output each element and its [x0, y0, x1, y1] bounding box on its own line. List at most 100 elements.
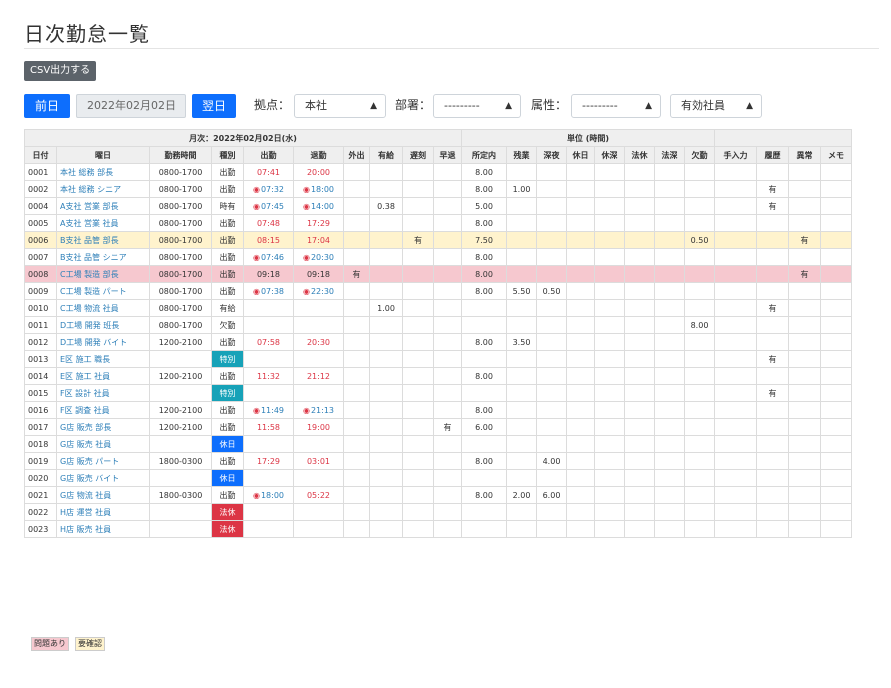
- cell-name[interactable]: G店 販売 パート: [56, 452, 150, 470]
- cell-name[interactable]: E区 施工 職長: [56, 350, 150, 368]
- table-row[interactable]: 0020 G店 販売 バイト 休日: [24, 469, 852, 487]
- cell-name[interactable]: G店 販売 部長: [56, 418, 150, 436]
- table-row[interactable]: 0023 H店 販売 社員 法休: [24, 520, 852, 538]
- cell-name[interactable]: B支社 品管 部長: [56, 231, 150, 249]
- table-row[interactable]: 0018 G店 販売 社員 休日: [24, 435, 852, 453]
- table-row[interactable]: 0012 D工場 開発 バイト 1200-2100 出勤 07:58 20:30 8.00 3…: [24, 333, 852, 351]
- cell-zangyo: [506, 469, 537, 487]
- cell-name[interactable]: G店 販売 バイト: [56, 469, 150, 487]
- cell-in: 07:41: [243, 163, 294, 181]
- csv-export-button[interactable]: CSV出力する: [24, 61, 97, 81]
- clock-out-time: 17:04: [306, 235, 331, 245]
- cell-in: ◉07:45: [243, 197, 294, 215]
- cell-kyujitsu: [566, 520, 595, 538]
- cell-no: 0001: [24, 163, 57, 181]
- cell-kind: 出勤: [211, 163, 244, 181]
- column-header: 法深: [654, 146, 685, 164]
- table-row[interactable]: 0017 G店 販売 部長 1200-2100 出勤 11:58 19:00 有 6.00: [24, 418, 852, 436]
- table-row[interactable]: 0006 B支社 品管 部長 0800-1700 出勤 08:15 17:04 有 7.50 0…: [24, 231, 852, 249]
- clock-in-time: 07:41: [256, 167, 281, 177]
- cell-name[interactable]: E区 施工 社員: [56, 367, 150, 385]
- table-row[interactable]: 0008 C工場 製造 部長 0800-1700 出勤 09:18 09:18 有 8.00 有: [24, 265, 852, 283]
- cell-yukyu: [369, 333, 403, 351]
- cell-name[interactable]: F区 設計 社員: [56, 384, 150, 402]
- cell-zangyo: [506, 299, 537, 317]
- cell-name[interactable]: G店 販売 社員: [56, 435, 150, 453]
- cell-name[interactable]: 本社 総務 シニア: [56, 180, 150, 198]
- cell-name[interactable]: F区 調査 社員: [56, 401, 150, 419]
- table-row[interactable]: 0013 E区 施工 職長 特別 有: [24, 350, 852, 368]
- cell-name[interactable]: A支社 営業 部長: [56, 197, 150, 215]
- clock-out-time: 19:00: [306, 422, 331, 432]
- cell-shinya: [536, 520, 567, 538]
- table-row[interactable]: 0011 D工場 開発 班長 0800-1700 欠勤 8.00: [24, 316, 852, 334]
- cell-shift: [149, 520, 212, 538]
- cell-tenyu: [714, 350, 757, 368]
- cell-shinya: [536, 299, 567, 317]
- cell-yukyu: [369, 367, 403, 385]
- table-row[interactable]: 0001 本社 総務 部長 0800-1700 出勤 07:41 20:00 8.00: [24, 163, 852, 181]
- table-row[interactable]: 0022 H店 運営 社員 法休: [24, 503, 852, 521]
- cell-kind: 出勤: [211, 282, 244, 300]
- cell-name[interactable]: C工場 製造 部長: [56, 265, 150, 283]
- attr-select[interactable]: --------- ▲︎: [571, 94, 661, 118]
- next-day-button[interactable]: 翌日: [192, 94, 236, 118]
- cell-ijo: [788, 316, 821, 334]
- cell-shift: [149, 469, 212, 487]
- prev-day-button[interactable]: 前日: [24, 94, 70, 118]
- cell-name[interactable]: H店 販売 社員: [56, 520, 150, 538]
- cell-name[interactable]: D工場 開発 バイト: [56, 333, 150, 351]
- cell-zangyo: 2.00: [506, 486, 537, 504]
- cell-name[interactable]: D工場 開発 班長: [56, 316, 150, 334]
- table-row[interactable]: 0010 C工場 物流 社員 0800-1700 有給 1.00 有: [24, 299, 852, 317]
- cell-name[interactable]: A支社 営業 社員: [56, 214, 150, 232]
- column-header: 種別: [211, 146, 244, 164]
- table-row[interactable]: 0014 E区 施工 社員 1200-2100 出勤 11:32 21:12 8.00: [24, 367, 852, 385]
- cell-kyujitsu: [566, 180, 595, 198]
- cell-soutai: [433, 435, 462, 453]
- column-header: 異常: [788, 146, 821, 164]
- table-row[interactable]: 0016 F区 調査 社員 1200-2100 出勤 ◉11:49 ◉21:13 8.00: [24, 401, 852, 419]
- cell-name[interactable]: G店 物流 社員: [56, 486, 150, 504]
- cell-name[interactable]: B支社 品管 シニア: [56, 248, 150, 266]
- cell-hokyu: [624, 163, 655, 181]
- cell-name[interactable]: C工場 物流 社員: [56, 299, 150, 317]
- table-row[interactable]: 0007 B支社 品管 シニア 0800-1700 出勤 ◉07:46 ◉20:30 8.0…: [24, 248, 852, 266]
- cell-hokyu: [624, 316, 655, 334]
- cell-soutai: [433, 520, 462, 538]
- cell-kekkin: 0.50: [684, 231, 715, 249]
- cell-tenyu: [714, 299, 757, 317]
- cell-tenyu: [714, 265, 757, 283]
- table-row[interactable]: 0015 F区 設計 社員 特別 有: [24, 384, 852, 402]
- cell-soutai: [433, 180, 462, 198]
- cell-no: 0020: [24, 469, 57, 487]
- table-row[interactable]: 0009 C工場 製造 パート 0800-1700 出勤 ◉07:38 ◉22:30 8.0…: [24, 282, 852, 300]
- cell-name[interactable]: 本社 総務 部長: [56, 163, 150, 181]
- kind-badge: 特別: [212, 351, 243, 367]
- cell-gaisyutsu: [343, 299, 370, 317]
- status-select[interactable]: 有効社員 ▲︎: [670, 94, 762, 118]
- base-select[interactable]: 本社 ▲︎: [294, 94, 386, 118]
- cell-kekkin: [684, 520, 715, 538]
- kind-badge: 特別: [212, 385, 243, 401]
- cell-soutai: [433, 197, 462, 215]
- table-row[interactable]: 0021 G店 物流 社員 1800-0300 出勤 ◉18:00 05:22 8.00 2.…: [24, 486, 852, 504]
- column-header: 日付: [24, 146, 57, 164]
- cell-shinya: 0.50: [536, 282, 567, 300]
- date-field[interactable]: 2022年02月02日: [76, 94, 186, 118]
- table-row[interactable]: 0004 A支社 営業 部長 0800-1700 時有 ◉07:45 ◉14:00 0.38…: [24, 197, 852, 215]
- cell-out: 20:00: [293, 163, 344, 181]
- cell-name[interactable]: H店 運営 社員: [56, 503, 150, 521]
- cell-no: 0023: [24, 520, 57, 538]
- dept-select[interactable]: --------- ▲︎: [433, 94, 521, 118]
- column-header: メモ: [820, 146, 852, 164]
- table-row[interactable]: 0002 本社 総務 シニア 0800-1700 出勤 ◉07:32 ◉18:00 8.00…: [24, 180, 852, 198]
- cell-shinya: 4.00: [536, 452, 567, 470]
- cell-rireki: 有: [756, 384, 789, 402]
- table-row[interactable]: 0005 A支社 営業 社員 0800-1700 出勤 07:48 17:29 8.00: [24, 214, 852, 232]
- table-row[interactable]: 0019 G店 販売 パート 1800-0300 出勤 17:29 03:01 8.00 4.…: [24, 452, 852, 470]
- cell-name[interactable]: C工場 製造 パート: [56, 282, 150, 300]
- cell-kind: 出勤: [211, 452, 244, 470]
- map-pin-icon: ◉: [252, 490, 260, 500]
- cell-hoshin: [654, 469, 685, 487]
